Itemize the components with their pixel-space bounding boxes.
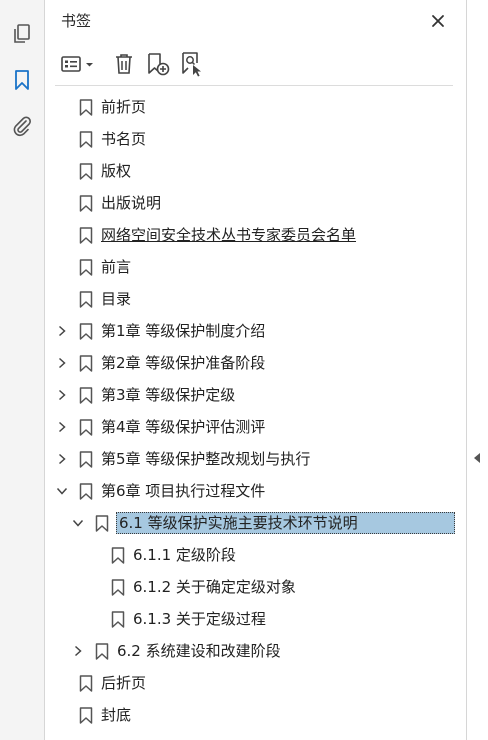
bookmark-item[interactable]: 第5章 等级保护整改规划与执行	[45, 444, 466, 474]
find-current-bookmark-button[interactable]	[179, 48, 205, 80]
attachments-button[interactable]	[8, 112, 36, 140]
expand-chevron-icon[interactable]	[55, 452, 69, 466]
bookmark-icon	[95, 643, 109, 660]
bookmarks-button[interactable]	[8, 66, 36, 94]
bookmark-icon	[111, 547, 125, 564]
pages-icon	[14, 24, 30, 43]
bookmark-icon	[79, 451, 93, 468]
delete-bookmark-button[interactable]	[111, 48, 137, 80]
bookmarks-toolbar	[55, 48, 455, 80]
bookmark-icon	[79, 675, 93, 692]
bookmark-item[interactable]: 第3章 等级保护定级	[45, 380, 466, 410]
bookmark-label: 6.1.3 关于定级过程	[133, 610, 266, 628]
bookmark-icon	[15, 70, 29, 90]
bookmark-label: 第4章 等级保护评估测评	[101, 418, 266, 436]
expand-chevron-icon[interactable]	[55, 420, 69, 434]
bookmark-item[interactable]: 第2章 等级保护准备阶段	[45, 348, 466, 378]
expand-chevron-icon[interactable]	[71, 644, 85, 658]
bookmark-label: 出版说明	[101, 194, 162, 212]
expand-chevron-icon[interactable]	[55, 356, 69, 370]
bookmark-label: 前言	[101, 258, 132, 276]
bookmark-item[interactable]: 6.1.2 关于确定定级对象	[45, 572, 466, 602]
bookmark-label: 6.1.1 定级阶段	[133, 546, 236, 564]
bookmark-label: 第1章 等级保护制度介绍	[101, 322, 266, 340]
bookmark-label: 后折页	[101, 674, 147, 692]
new-bookmark-icon	[148, 53, 170, 76]
expand-chevron-icon[interactable]	[55, 388, 69, 402]
bookmark-label: 书名页	[101, 130, 147, 148]
bookmark-item[interactable]: 书名页	[45, 124, 466, 154]
expand-chevron-icon[interactable]	[55, 324, 69, 338]
bookmark-label: 网络空间安全技术丛书专家委员会名单	[101, 226, 357, 244]
bookmark-icon	[79, 227, 93, 244]
bookmarks-panel: 书签 前折页 书名页 版权 出版说明 网络空间安全技术丛书专家委员会名单 前言 …	[45, 0, 467, 740]
bookmark-label: 前折页	[101, 98, 147, 116]
bookmark-item[interactable]: 第6章 项目执行过程文件	[45, 476, 466, 506]
bookmark-label: 第6章 项目执行过程文件	[101, 482, 266, 500]
bookmark-item[interactable]: 前言	[45, 252, 466, 282]
bookmark-label: 第2章 等级保护准备阶段	[101, 354, 266, 372]
bookmark-item[interactable]: 后折页	[45, 668, 466, 698]
bookmark-item[interactable]: 网络空间安全技术丛书专家委员会名单	[45, 220, 466, 250]
collapse-chevron-icon[interactable]	[55, 484, 69, 498]
collapse-chevron-icon[interactable]	[71, 516, 85, 530]
navigation-rail	[0, 0, 45, 740]
trash-icon	[116, 54, 132, 74]
page-thumbnails-button[interactable]	[8, 20, 36, 48]
bookmark-icon	[79, 99, 93, 116]
bookmark-item[interactable]: 出版说明	[45, 188, 466, 218]
bookmark-item[interactable]: 6.1.1 定级阶段	[45, 540, 466, 570]
bookmark-icon	[79, 163, 93, 180]
bookmark-label: 6.1.2 关于确定定级对象	[133, 578, 296, 596]
bookmark-item[interactable]: 前折页	[45, 92, 466, 122]
bookmark-label: 6.2 系统建设和改建阶段	[117, 642, 281, 660]
bookmark-icon	[79, 195, 93, 212]
bookmark-label: 封底	[101, 706, 132, 724]
bookmark-icon	[111, 611, 125, 628]
bookmark-label: 第5章 等级保护整改规划与执行	[101, 450, 311, 468]
new-bookmark-button[interactable]	[145, 48, 171, 80]
bookmark-icon	[79, 387, 93, 404]
bookmark-label: 第3章 等级保护定级	[101, 386, 236, 404]
collapse-panel-handle-icon[interactable]	[472, 452, 482, 464]
bookmark-icon	[79, 291, 93, 308]
bookmark-item[interactable]: 6.1.3 关于定级过程	[45, 604, 466, 634]
bookmark-item-selected[interactable]: 6.1 等级保护实施主要技术环节说明	[45, 508, 466, 538]
bookmark-icon	[79, 483, 93, 500]
bookmark-icon	[111, 579, 125, 596]
toolbar-divider	[55, 85, 453, 86]
panel-title: 书签	[61, 12, 92, 30]
paperclip-icon	[13, 116, 31, 137]
bookmark-label: 6.1 等级保护实施主要技术环节说明	[116, 512, 455, 534]
options-menu-button[interactable]	[59, 48, 97, 80]
bookmark-item[interactable]: 第4章 等级保护评估测评	[45, 412, 466, 442]
bookmark-item[interactable]: 6.2 系统建设和改建阶段	[45, 636, 466, 666]
close-icon	[432, 15, 444, 27]
bookmark-label: 版权	[101, 162, 132, 180]
bookmark-icon	[79, 707, 93, 724]
bookmark-item[interactable]: 目录	[45, 284, 466, 314]
close-panel-button[interactable]	[427, 10, 449, 32]
bookmark-icon	[79, 355, 93, 372]
bookmark-item[interactable]: 第1章 等级保护制度介绍	[45, 316, 466, 346]
bookmark-label: 目录	[101, 290, 132, 308]
options-menu-icon	[61, 56, 93, 72]
bookmark-icon	[79, 323, 93, 340]
bookmark-icon	[79, 419, 93, 436]
bookmark-icon	[79, 131, 93, 148]
find-current-bookmark-icon	[182, 52, 201, 77]
bookmark-icon	[79, 259, 93, 276]
bookmark-item[interactable]: 封底	[45, 700, 466, 730]
bookmark-item[interactable]: 版权	[45, 156, 466, 186]
bookmark-icon	[95, 515, 109, 532]
